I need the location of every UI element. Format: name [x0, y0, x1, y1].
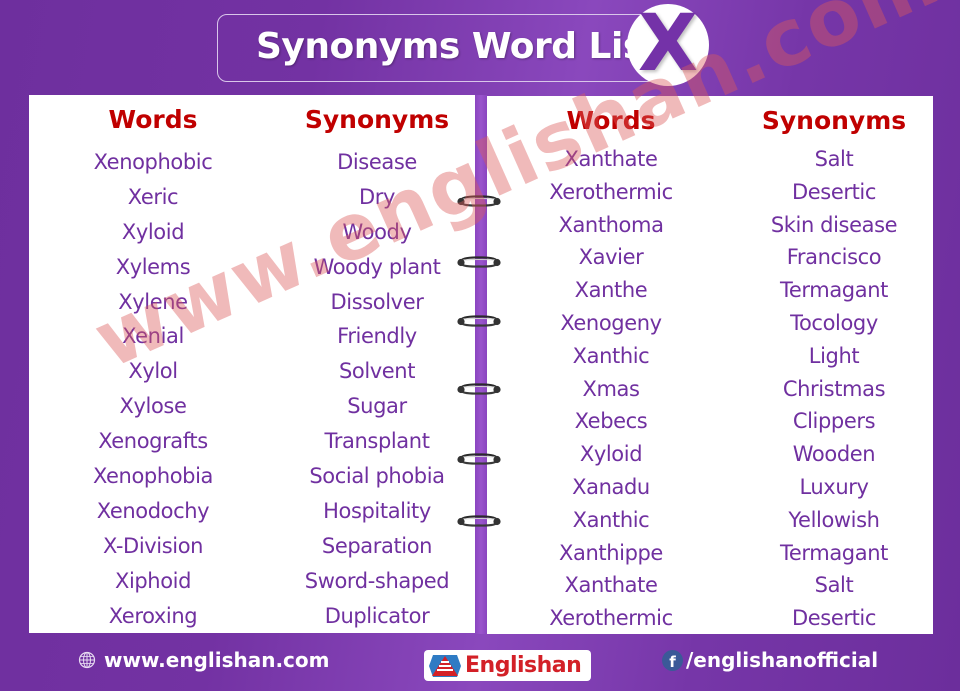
synonym-item: Wooden [792, 442, 876, 467]
synonym-item: Dry [358, 184, 396, 209]
binder-ring-icon [457, 453, 501, 465]
synonym-item: Hospitality [323, 498, 431, 523]
footer-facebook[interactable]: f /englishanofficial [662, 648, 878, 672]
word-item: Xeroxing [108, 603, 198, 628]
title-letter-badge: X [627, 4, 709, 86]
word-item: Xerothermic [549, 606, 673, 631]
binder-ring-icon [457, 383, 501, 395]
binder-ring-icon [457, 195, 501, 207]
synonym-item: Dissolver [330, 289, 424, 314]
word-item: Xylene [118, 289, 188, 314]
words-list: Xenophobic Xeric Xyloid Xylems Xylene Xenial X… [53, 145, 253, 633]
word-item: Xanthate [564, 573, 658, 598]
facebook-handle[interactable]: /englishanofficial [686, 648, 878, 672]
word-item: Xenial [122, 324, 184, 349]
word-item: Xylems [115, 254, 191, 279]
word-item: Xenodochy [96, 498, 210, 523]
left-page: Words Xenophobic Xeric Xyloid Xylems Xylene X… [29, 95, 475, 633]
word-item: Xiphoid [114, 568, 192, 593]
synonym-item: Transplant [324, 429, 430, 454]
word-item: Xylol [128, 359, 178, 384]
left-synonyms-column: Synonyms Disease Dry Woody Woody plant Disso… [277, 95, 477, 633]
synonyms-header: Synonyms [761, 106, 907, 135]
synonym-item: Luxury [799, 474, 869, 499]
synonyms-list: Disease Dry Woody Woody plant Dissolver Frien… [277, 145, 477, 633]
word-item: Xylose [119, 394, 187, 419]
word-item: Xanthoma [558, 212, 664, 237]
synonym-item: Sword-shaped [304, 568, 450, 593]
synonym-item: Yellowish [788, 507, 880, 532]
word-item: Xanthic [572, 343, 650, 368]
synonym-item: Salt [814, 147, 854, 171]
word-item: Xenogeny [560, 310, 662, 335]
synonyms-header: Synonyms [304, 105, 450, 134]
synonym-item: Christmas [782, 376, 886, 401]
right-synonyms-column: Synonyms Salt Desertic Skin disease Francis… [734, 96, 934, 635]
binder-ring-icon [457, 315, 501, 327]
word-item: Xanthate [564, 147, 658, 171]
word-item: Xerothermic [549, 179, 673, 204]
synonym-item: Termagant [780, 540, 888, 565]
title-letter: X [637, 0, 699, 89]
left-words-column: Words Xenophobic Xeric Xyloid Xylems Xylene X… [53, 95, 253, 633]
title-banner: Synonyms Word List [217, 14, 687, 82]
synonym-item: Woody [342, 219, 412, 244]
synonym-item: Tocology [790, 310, 878, 335]
synonym-item: Desertic [792, 606, 876, 631]
right-page: Words Xanthate Xerothermic Xanthoma Xavier X… [487, 96, 933, 634]
synonym-item: Francisco [786, 245, 882, 270]
word-item: Xenophobia [92, 464, 214, 489]
words-list: Xanthate Xerothermic Xanthoma Xavier Xanthe X… [511, 143, 711, 635]
word-item: Xyloid [121, 219, 185, 244]
synonym-item: Skin disease [770, 212, 898, 237]
word-item: Xanadu [572, 474, 650, 499]
binder-ring-icon [457, 515, 501, 527]
website-link[interactable]: www.englishan.com [104, 648, 330, 672]
word-item: Xebecs [574, 409, 648, 434]
words-header: Words [566, 106, 656, 135]
page-title: Synonyms Word List [256, 26, 661, 67]
synonym-item: Desertic [792, 179, 876, 204]
word-item: Xyloid [579, 442, 643, 467]
synonym-item: Social phobia [309, 464, 445, 489]
synonym-item: Clippers [792, 409, 876, 434]
right-words-column: Words Xanthate Xerothermic Xanthoma Xavier X… [511, 96, 711, 635]
synonym-item: Separation [321, 533, 433, 558]
word-item: Xanthippe [559, 540, 663, 565]
logo-text: Englishan [465, 653, 582, 678]
word-item: Xavier [578, 245, 644, 270]
word-item: Xmas [582, 376, 640, 401]
synonym-item: Termagant [780, 278, 888, 303]
globe-icon [78, 651, 96, 669]
word-item: X-Division [102, 533, 204, 558]
synonym-item: Solvent [338, 359, 416, 384]
englishan-logo[interactable]: Englishan [424, 650, 591, 681]
synonym-item: Disease [337, 150, 417, 174]
word-item: Xanthic [572, 507, 650, 532]
words-header: Words [108, 105, 198, 134]
binder-ring-icon [457, 256, 501, 268]
synonym-item: Sugar [347, 394, 407, 419]
word-item: Xenografts [98, 429, 208, 454]
facebook-icon: f [662, 649, 683, 671]
synonym-item: Duplicator [324, 603, 430, 628]
footer-website[interactable]: www.englishan.com [78, 648, 330, 672]
synonym-item: Salt [814, 573, 854, 598]
logo-emblem-icon [429, 654, 461, 677]
word-item: Xenophobic [93, 150, 213, 174]
word-item: Xeric [127, 184, 179, 209]
word-item: Xanthe [574, 278, 648, 303]
synonyms-list: Salt Desertic Skin disease Francisco Termaga… [734, 143, 934, 635]
synonym-item: Woody plant [313, 254, 441, 279]
notebook-spine [475, 95, 487, 634]
synonym-item: Friendly [337, 324, 417, 349]
synonym-item: Light [808, 343, 860, 368]
